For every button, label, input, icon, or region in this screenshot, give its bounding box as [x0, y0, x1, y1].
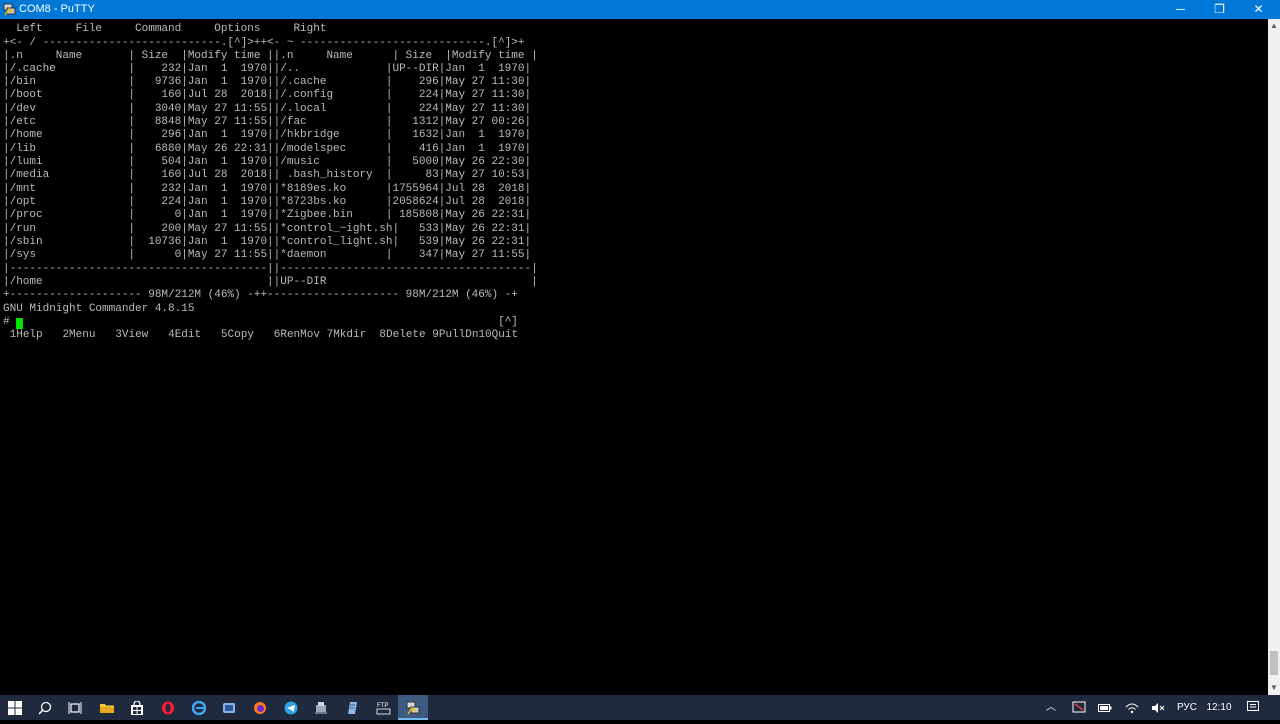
taskbar-explorer[interactable]	[92, 695, 122, 720]
panel-row[interactable]: |/sys | 0|May 27 11:55||*daemon | 347|Ma…	[3, 249, 531, 262]
taskbar-edge[interactable]	[184, 695, 214, 720]
panel-row[interactable]: |/sbin | 10736|Jan 1 1970||*control_ligh…	[3, 236, 531, 249]
taskbar-notepad[interactable]	[337, 695, 367, 720]
panel-row[interactable]: |/etc | 8848|May 27 11:55||/fac | 1312|M…	[3, 116, 531, 129]
task-view-icon	[68, 702, 82, 714]
svg-text:FTP: FTP	[377, 703, 388, 709]
telegram-icon	[284, 701, 298, 715]
ftp-icon: FTP	[376, 703, 391, 715]
panel-top-border: +<- / ---------------------------.[^]>++…	[3, 37, 525, 49]
start-button[interactable]	[0, 695, 30, 720]
taskbar-opera[interactable]	[153, 695, 183, 720]
window-title: COM8 - PuTTY	[19, 3, 95, 15]
battery-icon[interactable]	[1097, 695, 1113, 720]
volume-muted-icon[interactable]	[1150, 695, 1166, 720]
language-indicator[interactable]: РУС	[1174, 695, 1200, 720]
store-bag-icon	[131, 701, 143, 715]
vertical-scrollbar[interactable]: ▲ ▼	[1268, 19, 1280, 695]
fkey-6[interactable]: 6RenMov	[274, 329, 320, 341]
fkey-5[interactable]: 5Copy	[221, 329, 254, 341]
terminal-cursor	[16, 318, 23, 329]
notepad-icon	[348, 702, 357, 714]
opera-icon	[162, 701, 174, 715]
panel-row[interactable]: |/lib | 6880|May 26 22:31||/modelspec | …	[3, 143, 531, 156]
panel-row[interactable]: |/lumi | 504|Jan 1 1970||/music | 5000|M…	[3, 156, 531, 169]
function-key-bar: 1Help 2Menu 3View 4Edit 5Copy 6RenMov 7M…	[3, 329, 518, 342]
task-view-button[interactable]	[60, 695, 90, 720]
title-bar[interactable]: COM8 - PuTTY ─ ❐ ✕	[0, 0, 1280, 19]
panel-column-headers: |.n Name | Size |Modify time ||.n Name |…	[3, 50, 538, 62]
wifi-icon[interactable]	[1124, 695, 1140, 720]
chevron-up-icon[interactable]: ︿	[1044, 695, 1058, 720]
panel-row[interactable]: |/home | 296|Jan 1 1970||/hkbridge | 163…	[3, 129, 531, 142]
fkey-3[interactable]: 3View	[115, 329, 148, 341]
taskbar-store[interactable]	[122, 695, 152, 720]
taskbar-network-app[interactable]	[306, 695, 336, 720]
panel-row[interactable]: |/bin | 9736|Jan 1 1970||/.cache | 296|M…	[3, 76, 531, 89]
folder-icon	[100, 704, 114, 713]
taskbar-firefox[interactable]	[245, 695, 275, 720]
restore-button[interactable]: ❐	[1200, 0, 1239, 19]
edge-icon	[192, 701, 206, 715]
fkey-9[interactable]: 9PullDn	[432, 329, 478, 341]
fkey-7[interactable]: 7Mkdir	[327, 329, 367, 341]
panel-separator: |---------------------------------------…	[3, 263, 538, 275]
minimize-button[interactable]: ─	[1161, 0, 1200, 19]
taskbar-putty[interactable]	[398, 695, 428, 720]
putty-icon	[3, 3, 16, 16]
panel-row[interactable]: |/boot | 160|Jul 28 2018||/.config | 224…	[3, 89, 531, 102]
notification-center-button[interactable]	[1244, 695, 1262, 720]
panel-mini-status: |/home ||UP--DIR |	[3, 276, 538, 288]
panel-row[interactable]: |/media | 160|Jul 28 2018|| .bash_histor…	[3, 169, 531, 182]
panel-row[interactable]: |/mnt | 232|Jan 1 1970||*8189es.ko |1755…	[3, 183, 531, 196]
scrollbar-thumb[interactable]	[1270, 651, 1278, 675]
command-prompt[interactable]: # [^]	[3, 316, 518, 329]
taskbar: FTP ︿ РУС 12:10	[0, 695, 1280, 720]
taskbar-app-mail[interactable]	[214, 695, 244, 720]
network-computer-icon	[315, 702, 327, 714]
fkey-8[interactable]: 8Delete	[379, 329, 425, 341]
fkey-4[interactable]: 4Edit	[168, 329, 201, 341]
clock[interactable]: 12:10	[1204, 695, 1234, 720]
panel-row[interactable]: |/run | 200|May 27 11:55||*control_~ight…	[3, 223, 531, 236]
search-button[interactable]	[30, 695, 60, 720]
close-button[interactable]: ✕	[1239, 0, 1278, 19]
terminal-area[interactable]: Left File Command Options Right +<- / --…	[0, 19, 1268, 695]
mc-menu-bar[interactable]: Left File Command Options Right	[3, 23, 326, 36]
panel-row[interactable]: |/opt | 224|Jan 1 1970||*8723bs.ko |2058…	[3, 196, 531, 209]
security-tray-icon[interactable]	[1070, 695, 1088, 720]
panel-row[interactable]: |/dev | 3040|May 27 11:55||/.local | 224…	[3, 103, 531, 116]
fkey-10[interactable]: 10Quit	[478, 329, 518, 341]
panel-row[interactable]: |/.cache | 232|Jan 1 1970||/.. |UP--DIR|…	[3, 63, 531, 76]
taskbar-telegram[interactable]	[276, 695, 306, 720]
search-icon	[38, 701, 52, 715]
app-window-icon	[223, 703, 235, 713]
notification-icon	[1247, 701, 1259, 711]
panel-row[interactable]: |/proc | 0|Jan 1 1970||*Zigbee.bin | 185…	[3, 209, 531, 222]
fkey-1[interactable]: 1Help	[3, 329, 43, 341]
scroll-down-arrow-icon[interactable]: ▼	[1268, 681, 1280, 695]
mc-hint-line: GNU Midnight Commander 4.8.15	[3, 303, 195, 315]
scroll-up-arrow-icon[interactable]: ▲	[1268, 19, 1280, 33]
putty-icon	[406, 701, 420, 715]
taskbar-ftp[interactable]: FTP	[368, 695, 398, 720]
firefox-icon	[254, 702, 266, 714]
panel-bottom-border: +-------------------- 98M/212M (46%) -++…	[3, 289, 518, 301]
fkey-2[interactable]: 2Menu	[62, 329, 95, 341]
windows-logo-icon	[8, 701, 22, 715]
